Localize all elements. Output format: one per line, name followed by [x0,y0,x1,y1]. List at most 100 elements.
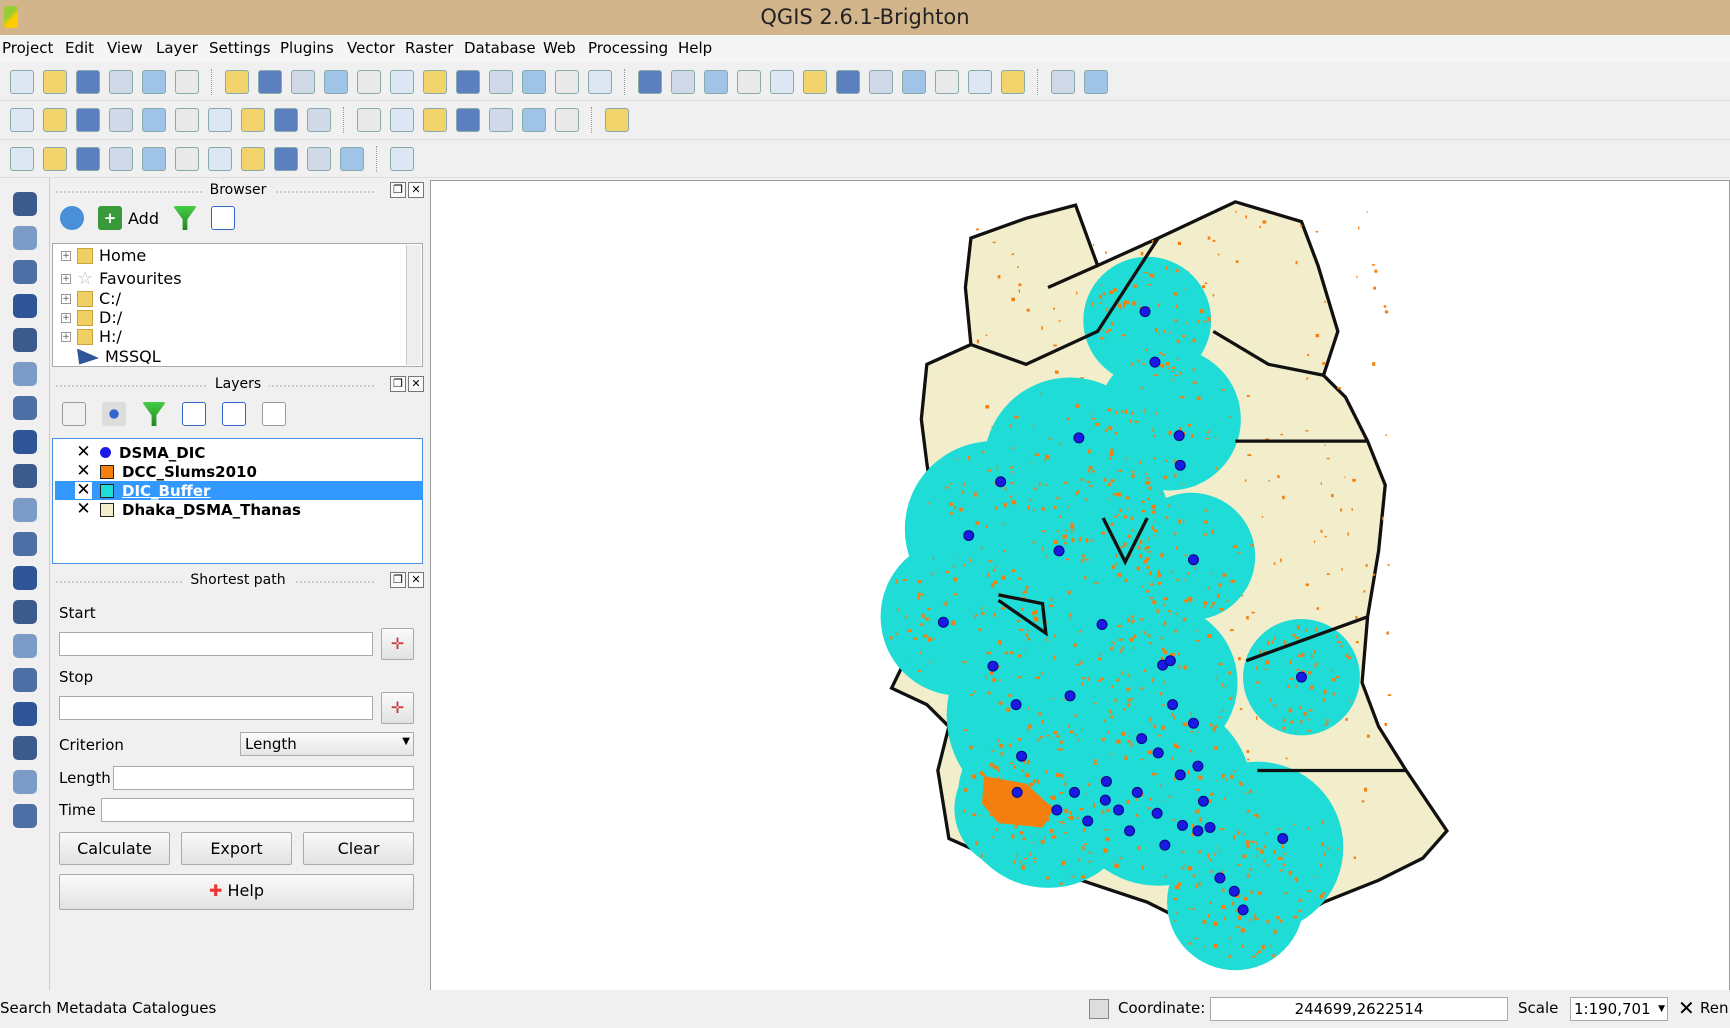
menu-database[interactable]: Database [464,39,536,57]
float-panel-button[interactable]: ❐ [390,572,406,588]
add-delimited-text-layer-icon[interactable] [12,532,37,556]
menu-vector[interactable]: Vector [347,39,395,57]
attribute-table-icon[interactable] [803,69,827,94]
georeferencer-icon[interactable] [12,668,37,692]
composer-manager-icon[interactable] [175,69,199,94]
help-icon[interactable] [1051,69,1075,94]
menu-settings[interactable]: Settings [209,39,271,57]
delete-part-icon[interactable] [142,146,166,171]
stop-input[interactable] [59,696,373,720]
criterion-select[interactable]: Length ▼ [240,732,414,756]
new-shapefile-icon[interactable] [12,566,37,590]
cut-icon[interactable] [241,108,265,132]
split-parts-icon[interactable] [274,146,298,171]
layer-item[interactable]: ✕ Dhaka_DSMA_Thanas [55,500,423,519]
menu-help[interactable]: Help [678,39,712,57]
capture-start-point-button[interactable]: ✛ [381,628,414,660]
save-project-icon[interactable] [76,69,100,94]
refresh-icon[interactable] [60,206,84,230]
collapse-all-icon[interactable] [210,206,235,230]
add-oracle-layer-icon[interactable] [12,362,37,386]
whats-this-icon[interactable] [1084,69,1108,94]
map-svg[interactable] [431,181,1729,990]
help-button[interactable]: ✚ Help [59,874,414,910]
reshape-icon[interactable] [175,146,199,171]
refresh-icon[interactable] [588,69,612,94]
merge-selected-icon[interactable] [307,146,331,171]
new-print-composer-icon[interactable] [142,69,166,94]
copy-icon[interactable] [274,108,298,132]
measure-icon[interactable] [869,69,893,94]
tree-item-home[interactable]: + Home [61,246,146,265]
collapse-all-icon[interactable] [222,402,246,426]
open-project-icon[interactable] [43,69,67,94]
merge-attributes-icon[interactable] [340,146,364,171]
zoom-layer-icon[interactable] [489,69,513,94]
time-field[interactable] [101,798,414,822]
tree-item-favourites[interactable]: + ☆ Favourites [61,268,182,289]
tree-item-d[interactable]: + D:/ [61,308,122,327]
add-vector-layer-icon[interactable] [12,192,37,216]
close-panel-button[interactable]: ✕ [408,376,424,392]
new-spatialite-icon[interactable] [12,600,37,624]
add-button[interactable]: + Add [98,206,159,230]
move-label-icon[interactable] [456,108,480,132]
expand-all-icon[interactable] [182,402,206,426]
layer-visibility-checkbox[interactable]: ✕ [75,501,92,518]
offset-curve-icon[interactable] [208,146,232,171]
calculate-button[interactable]: Calculate [59,832,170,865]
zoom-selection-icon[interactable] [456,69,480,94]
map-tips-icon[interactable] [902,69,926,94]
filter-icon[interactable] [172,206,197,230]
add-postgis-layer-icon[interactable] [12,260,37,284]
add-ring-icon[interactable] [10,146,34,171]
scale-combobox[interactable]: 1:190,701 ▼ [1570,997,1668,1021]
layer-item[interactable]: ✕ DIC_Buffer [55,481,423,500]
menu-layer[interactable]: Layer [156,39,198,57]
map-canvas[interactable] [430,180,1730,991]
action-icon[interactable] [671,69,695,94]
coordinate-field[interactable]: 244699,2622514 [1210,997,1508,1021]
layer-visibility-checkbox[interactable]: ✕ [75,463,92,480]
show-bookmarks-icon[interactable] [968,69,992,94]
save-as-icon[interactable] [109,69,133,94]
length-field[interactable] [113,766,414,790]
text-annotation-icon[interactable] [1001,69,1025,94]
paste-icon[interactable] [307,108,331,132]
zoom-full-icon[interactable] [423,69,447,94]
delete-selected-icon[interactable] [208,108,232,132]
add-db2-layer-icon[interactable] [12,396,37,420]
zoom-next-icon[interactable] [555,69,579,94]
menu-plugins[interactable]: Plugins [280,39,334,57]
browser-scrollbar[interactable] [406,245,421,365]
csw-icon[interactable] [605,108,629,132]
select-features-icon[interactable] [704,69,728,94]
coordinate-capture-icon[interactable] [12,702,37,726]
node-tool-icon[interactable] [175,108,199,132]
tree-item-c[interactable]: + C:/ [61,289,121,308]
filter-icon[interactable] [142,402,166,426]
capture-stop-point-button[interactable]: ✛ [381,692,414,724]
expression-select-icon[interactable] [770,69,794,94]
identify-icon[interactable] [638,69,662,94]
delete-ring-icon[interactable] [109,146,133,171]
remove-layer-icon[interactable] [262,402,286,426]
close-panel-button[interactable]: ✕ [408,182,424,198]
pan-icon[interactable] [258,69,282,94]
save-edits-icon[interactable] [76,108,100,132]
change-label-icon[interactable] [522,108,546,132]
label-properties-icon[interactable] [555,108,579,132]
label-icon[interactable] [357,108,381,132]
current-edits-icon[interactable] [10,108,34,132]
heatmap-icon[interactable] [12,736,37,760]
add-spatialite-layer-icon[interactable] [12,294,37,318]
add-wfs-layer-icon[interactable] [12,498,37,522]
zoom-out-icon[interactable] [357,69,381,94]
grass-icon[interactable] [12,770,37,794]
menu-edit[interactable]: Edit [65,39,94,57]
menu-project[interactable]: Project [2,39,53,57]
add-gpx-icon[interactable] [12,634,37,658]
menu-processing[interactable]: Processing [588,39,668,57]
add-part-icon[interactable] [43,146,67,171]
road-graph-icon[interactable] [12,804,37,828]
